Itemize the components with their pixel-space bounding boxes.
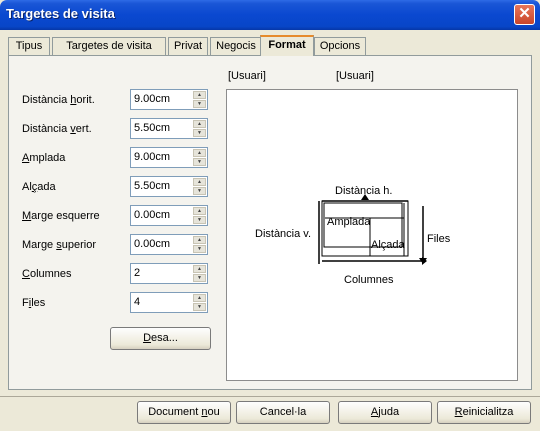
close-button[interactable]: ✕ (514, 4, 535, 25)
files-spinfield[interactable]: 4 ▲ ▼ (130, 292, 208, 313)
tab-format[interactable]: Format (260, 35, 314, 56)
columnes-label: Columnes (22, 268, 72, 280)
tab-privat[interactable]: Privat (168, 37, 208, 55)
files-caption: Files (427, 233, 451, 245)
spin-down-arrow-icon[interactable]: ▼ (193, 187, 206, 195)
amplada-label: Amplada (22, 152, 66, 164)
tab-negocis[interactable]: Negocis (210, 37, 262, 55)
spin-down-arrow-icon[interactable]: ▼ (193, 100, 206, 108)
window-title: Targetes de visita (6, 6, 115, 21)
columnes-spinfield[interactable]: 2 ▲ ▼ (130, 263, 208, 284)
preview-diagram: Distància h. Distància v. Amplada Alçada… (255, 185, 451, 286)
files-value[interactable]: 4 (134, 296, 140, 308)
tab-tipus[interactable]: Tipus (8, 37, 50, 55)
save-button[interactable]: Desa... (110, 327, 211, 350)
marge-esquerre-value[interactable]: 0.00cm (134, 209, 170, 221)
spin-down-arrow-icon[interactable]: ▼ (193, 129, 206, 137)
distancia-horit-spinfield[interactable]: 9.00cm ▲ ▼ (130, 89, 208, 110)
distancia-vert-label: Distància vert. (22, 123, 92, 135)
marge-esquerre-label: Marge esquerre (22, 210, 100, 222)
tab-label: Tipus (15, 40, 43, 52)
marge-superior-label: Marge superior (22, 239, 96, 251)
distancia-horit-label: Distància horit. (22, 94, 95, 106)
tab-label: Negocis (216, 40, 256, 52)
distancia-horit-value[interactable]: 9.00cm (134, 93, 170, 105)
spin-down-arrow-icon[interactable]: ▼ (193, 245, 206, 253)
cancel-button[interactable]: Cancel·la (236, 401, 330, 424)
help-button[interactable]: Ajuda (338, 401, 432, 424)
marge-superior-value[interactable]: 0.00cm (134, 238, 170, 250)
alcada-value[interactable]: 5.50cm (134, 180, 170, 192)
dialog-window: Targetes de visita ✕ Tipus Targetes de v… (0, 0, 540, 431)
preview-header-right: [Usuari] (336, 70, 374, 82)
tab-label: Format (268, 39, 306, 51)
spin-down-arrow-icon[interactable]: ▼ (193, 274, 206, 282)
tab-opcions[interactable]: Opcions (314, 37, 366, 55)
amplada-spinfield[interactable]: 9.00cm ▲ ▼ (130, 147, 208, 168)
spin-up-arrow-icon[interactable]: ▲ (193, 236, 206, 244)
tab-targetes-de-visita[interactable]: Targetes de visita (52, 37, 166, 55)
alcada-spinfield[interactable]: 5.50cm ▲ ▼ (130, 176, 208, 197)
tab-label: Privat (173, 40, 203, 52)
alcada-caption: Alçada (371, 239, 406, 251)
columnes-caption: Columnes (344, 274, 394, 286)
spin-up-arrow-icon[interactable]: ▲ (193, 178, 206, 186)
distancia-vert-value[interactable]: 5.50cm (134, 122, 170, 134)
distancia-vert-spinfield[interactable]: 5.50cm ▲ ▼ (130, 118, 208, 139)
spin-up-arrow-icon[interactable]: ▲ (193, 91, 206, 99)
amplada-caption: Amplada (327, 216, 371, 228)
spin-up-arrow-icon[interactable]: ▲ (193, 265, 206, 273)
tab-label: Targetes de visita (66, 40, 152, 52)
marge-esquerre-spinfield[interactable]: 0.00cm ▲ ▼ (130, 205, 208, 226)
reset-button[interactable]: Reinicialitza (437, 401, 531, 424)
distancia-v-caption: Distància v. (255, 228, 311, 240)
spin-up-arrow-icon[interactable]: ▲ (193, 207, 206, 215)
spin-down-arrow-icon[interactable]: ▼ (193, 303, 206, 311)
spin-up-arrow-icon[interactable]: ▲ (193, 149, 206, 157)
footer-divider (0, 396, 540, 397)
tab-label: Opcions (319, 40, 361, 52)
amplada-value[interactable]: 9.00cm (134, 151, 170, 163)
spin-up-arrow-icon[interactable]: ▲ (193, 120, 206, 128)
alcada-label: Alçada (22, 181, 56, 193)
spin-down-arrow-icon[interactable]: ▼ (193, 158, 206, 166)
spin-down-arrow-icon[interactable]: ▼ (193, 216, 206, 224)
preview-header-left: [Usuari] (228, 70, 266, 82)
columnes-value[interactable]: 2 (134, 267, 140, 279)
new-document-button[interactable]: Document nou (137, 401, 231, 424)
distancia-h-caption: Distància h. (335, 185, 392, 197)
close-icon: ✕ (518, 5, 531, 22)
title-bar: Targetes de visita ✕ (0, 0, 540, 30)
marge-superior-spinfield[interactable]: 0.00cm ▲ ▼ (130, 234, 208, 255)
spin-up-arrow-icon[interactable]: ▲ (193, 294, 206, 302)
label-preview: Distància h. Distància v. Amplada Alçada… (226, 89, 518, 381)
files-label: Files (22, 297, 46, 309)
